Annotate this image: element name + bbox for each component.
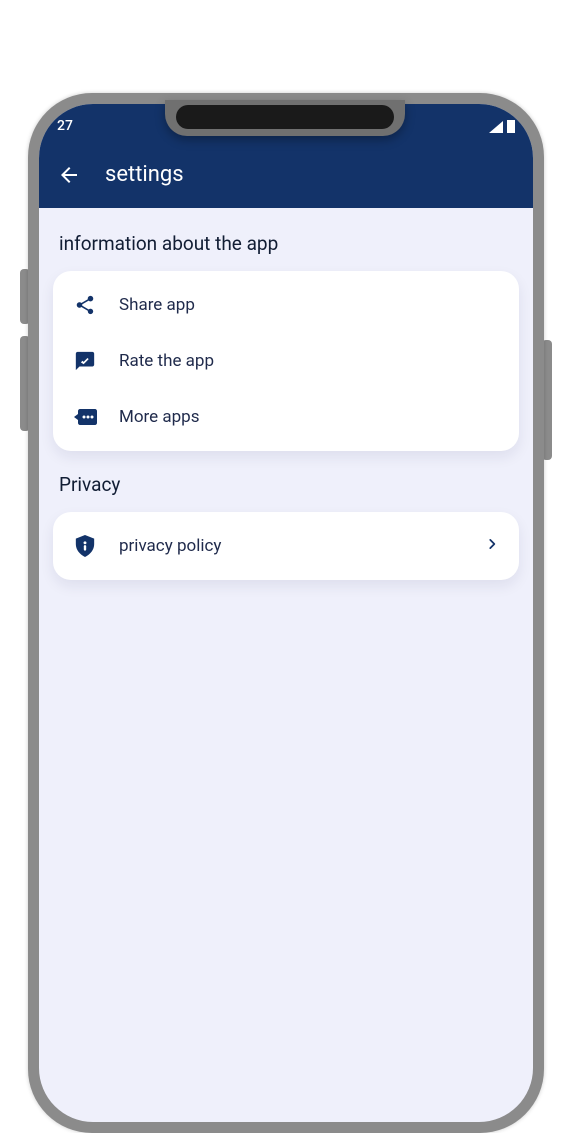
section-title-privacy: Privacy (59, 473, 513, 496)
privacy-policy-label: privacy policy (119, 536, 463, 556)
battery-icon (507, 120, 515, 133)
content-area: information about the app Share app Rate… (39, 208, 533, 1122)
arrow-left-icon (57, 163, 81, 187)
rate-icon (73, 349, 97, 373)
more-apps-row[interactable]: More apps (61, 389, 511, 445)
share-icon (73, 293, 97, 317)
more-apps-icon (73, 405, 97, 429)
more-apps-label: More apps (119, 407, 499, 427)
share-app-label: Share app (119, 295, 499, 315)
status-time: 27 (57, 118, 73, 134)
rate-app-label: Rate the app (119, 351, 499, 371)
rate-app-row[interactable]: Rate the app (61, 333, 511, 389)
privacy-policy-row[interactable]: privacy policy (61, 518, 511, 574)
back-button[interactable] (57, 163, 81, 187)
info-card: Share app Rate the app More apps (53, 271, 519, 451)
device-frame: 27 settings information about the app (28, 93, 544, 1133)
section-title-info: information about the app (59, 232, 513, 255)
signal-icon (489, 121, 503, 133)
privacy-card: privacy policy (53, 512, 519, 580)
status-icons (489, 119, 515, 133)
device-notch-inner (176, 105, 394, 129)
page-title: settings (105, 162, 184, 187)
app-bar: settings (57, 162, 515, 187)
chevron-right-icon (485, 536, 499, 556)
share-app-row[interactable]: Share app (61, 277, 511, 333)
screen: 27 settings information about the app (39, 104, 533, 1122)
privacy-shield-icon (73, 534, 97, 558)
